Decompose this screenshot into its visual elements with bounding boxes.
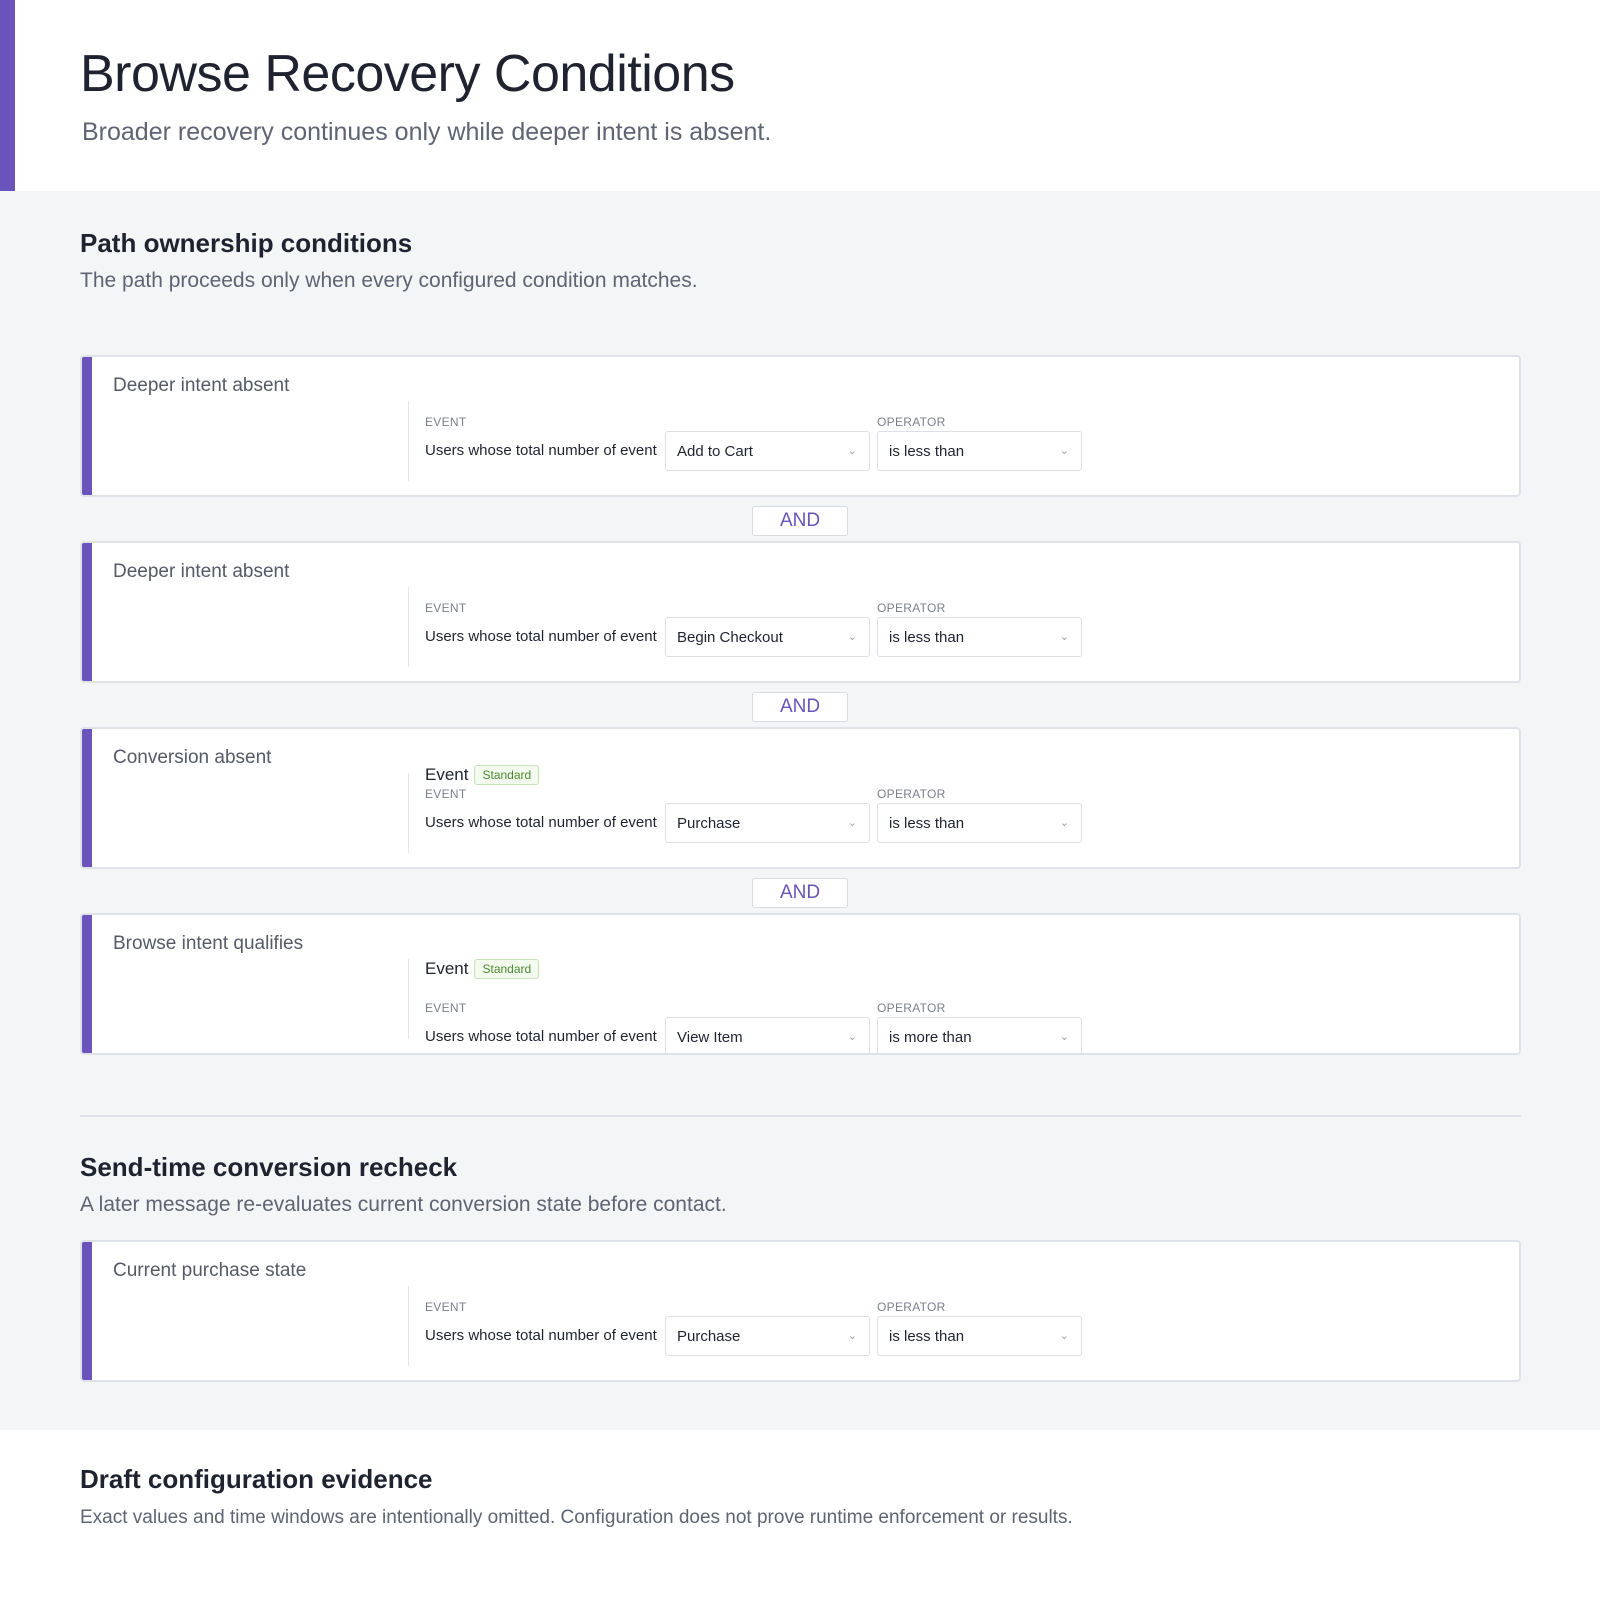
condition-row-text: Users whose total number of event [425, 814, 657, 831]
condition-card: Browse intent qualifies Event Standard EV… [80, 913, 1521, 1055]
event-select[interactable]: Purchase ⌄ [665, 1316, 870, 1356]
and-connector[interactable]: AND [752, 878, 848, 908]
header-accent-bar [0, 0, 15, 191]
operator-select-value: is less than [889, 629, 965, 646]
event-field-label: EVENT [425, 415, 467, 429]
page-title: Browse Recovery Conditions [80, 45, 735, 103]
evidence-section-description: Exact values and time windows are intent… [80, 1507, 1073, 1528]
event-select-value: Begin Checkout [677, 629, 783, 646]
event-select[interactable]: Add to Cart ⌄ [665, 431, 870, 471]
condition-label: Current purchase state [113, 1260, 307, 1281]
chevron-down-icon: ⌄ [1059, 1031, 1069, 1043]
ownership-section-description: The path proceeds only when every config… [80, 269, 698, 292]
page-header: Browse Recovery Conditions Broader recov… [0, 0, 1600, 191]
card-divider [408, 773, 409, 853]
recheck-section-description: A later message re-evaluates current con… [80, 1193, 727, 1216]
event-select[interactable]: View Item ⌄ [665, 1017, 870, 1053]
event-select-value: View Item [677, 1029, 743, 1046]
condition-card: Current purchase state EVENT OPERATOR Us… [80, 1240, 1521, 1382]
event-type-heading: Event Standard [425, 959, 540, 983]
chevron-down-icon: ⌄ [847, 1031, 857, 1043]
standard-badge: Standard [474, 765, 540, 785]
event-field-label: EVENT [425, 1001, 467, 1015]
evidence-section-title: Draft configuration evidence [80, 1464, 433, 1494]
operator-select[interactable]: is more than ⌄ [877, 1017, 1082, 1053]
event-select-value: Purchase [677, 1328, 741, 1345]
event-type-label: Event [425, 765, 469, 784]
chevron-down-icon: ⌄ [1059, 1330, 1069, 1342]
condition-label: Deeper intent absent [113, 561, 290, 582]
card-accent-bar [82, 915, 92, 1053]
chevron-down-icon: ⌄ [847, 817, 857, 829]
card-divider [408, 587, 409, 667]
ownership-section-title: Path ownership conditions [80, 228, 413, 258]
operator-select[interactable]: is less than ⌄ [877, 1316, 1082, 1356]
operator-field-label: OPERATOR [877, 415, 946, 429]
and-connector[interactable]: AND [752, 506, 848, 536]
chevron-down-icon: ⌄ [1059, 631, 1069, 643]
operator-select-value: is more than [889, 1029, 972, 1046]
event-field-label: EVENT [425, 1300, 467, 1314]
section-divider [80, 1115, 1521, 1117]
condition-card: Deeper intent absent EVENT OPERATOR User… [80, 541, 1521, 683]
card-divider [408, 1286, 409, 1366]
page-subtitle: Broader recovery continues only while de… [82, 118, 772, 146]
operator-field-label: OPERATOR [877, 1001, 946, 1015]
operator-select-value: is less than [889, 815, 965, 832]
operator-field-label: OPERATOR [877, 601, 946, 615]
condition-label: Conversion absent [113, 747, 272, 768]
condition-label: Browse intent qualifies [113, 933, 304, 954]
chevron-down-icon: ⌄ [847, 631, 857, 643]
condition-label: Deeper intent absent [113, 375, 290, 396]
operator-field-label: OPERATOR [877, 1300, 946, 1314]
condition-row-text: Users whose total number of event [425, 1028, 657, 1045]
chevron-down-icon: ⌄ [847, 1330, 857, 1342]
operator-select-value: is less than [889, 443, 965, 460]
event-field-label: EVENT [425, 787, 467, 801]
chevron-down-icon: ⌄ [847, 445, 857, 457]
chevron-down-icon: ⌄ [1059, 445, 1069, 457]
condition-row-text: Users whose total number of event [425, 628, 657, 645]
condition-row-text: Users whose total number of event [425, 1327, 657, 1344]
event-select-value: Purchase [677, 815, 741, 832]
card-divider [408, 959, 409, 1039]
card-accent-bar [82, 1242, 92, 1380]
operator-select[interactable]: is less than ⌄ [877, 431, 1082, 471]
operator-select[interactable]: is less than ⌄ [877, 617, 1082, 657]
recheck-section-title: Send-time conversion recheck [80, 1152, 458, 1182]
event-type-label: Event [425, 959, 469, 978]
card-accent-bar [82, 357, 92, 495]
card-accent-bar [82, 729, 92, 867]
condition-row-text: Users whose total number of event [425, 442, 657, 459]
condition-card: Conversion absent Event Standard EVENT OP… [80, 727, 1521, 869]
chevron-down-icon: ⌄ [1059, 817, 1069, 829]
event-select[interactable]: Begin Checkout ⌄ [665, 617, 870, 657]
event-select[interactable]: Purchase ⌄ [665, 803, 870, 843]
operator-field-label: OPERATOR [877, 787, 946, 801]
operator-select[interactable]: is less than ⌄ [877, 803, 1082, 843]
event-select-value: Add to Cart [677, 443, 753, 460]
standard-badge: Standard [474, 959, 540, 979]
condition-card: Deeper intent absent EVENT OPERATOR User… [80, 355, 1521, 497]
card-divider [408, 401, 409, 481]
event-type-heading: Event Standard [425, 765, 540, 789]
card-accent-bar [82, 543, 92, 681]
and-connector[interactable]: AND [752, 692, 848, 722]
operator-select-value: is less than [889, 1328, 965, 1345]
event-field-label: EVENT [425, 601, 467, 615]
